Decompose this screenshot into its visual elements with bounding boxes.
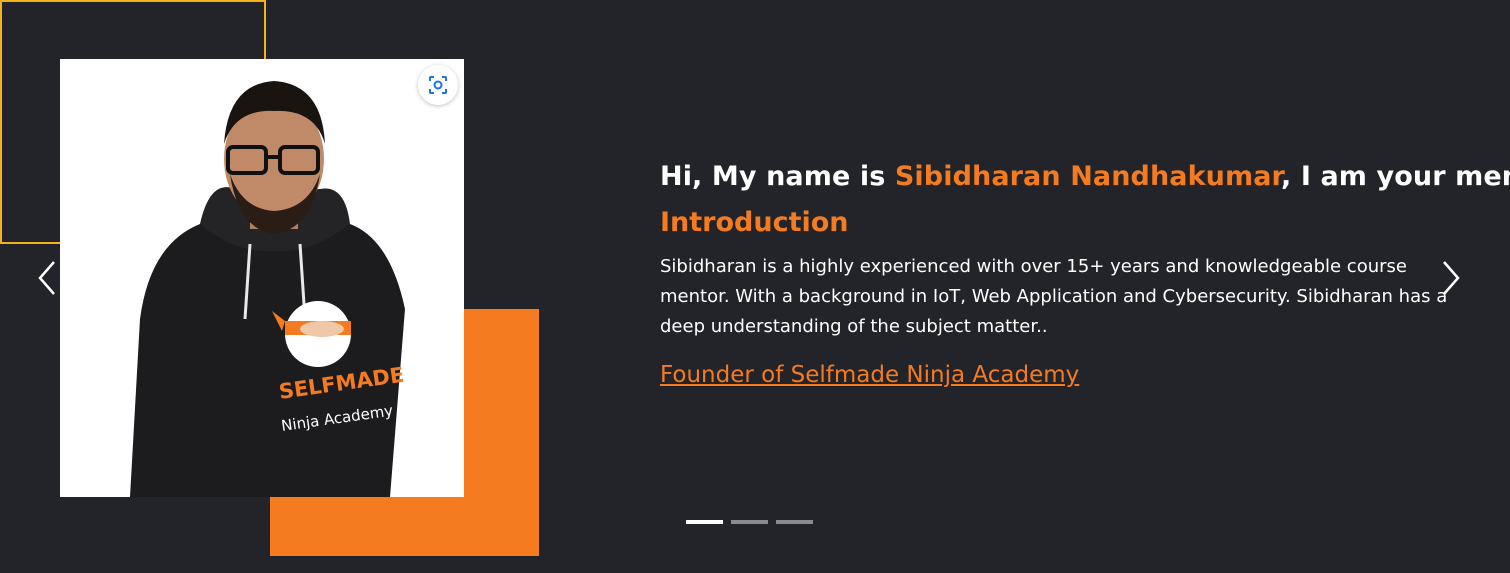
- mentor-illustration: SELFMADE Ninja Academy: [60, 59, 464, 497]
- carousel-indicator-3[interactable]: [776, 520, 813, 524]
- chevron-left-icon: [38, 261, 55, 295]
- headline-suffix: , I am your mentor: [1280, 161, 1510, 192]
- visual-search-button[interactable]: [418, 65, 458, 105]
- carousel-prev-button[interactable]: [30, 258, 66, 298]
- carousel-indicator-2[interactable]: [731, 520, 768, 524]
- carousel-indicators: [686, 520, 813, 524]
- mentor-name: Sibidharan Nandhakumar: [894, 161, 1281, 192]
- visual-search-icon: [429, 76, 447, 94]
- mentor-headline: Hi, My name is Sibidharan Nandhakumar, I…: [660, 158, 1510, 196]
- section-title: Introduction: [660, 207, 849, 238]
- mentor-intro: Hi, My name is Sibidharan Nandhakumar, I…: [660, 158, 1510, 388]
- founder-link[interactable]: Founder of Selfmade Ninja Academy: [660, 362, 1079, 388]
- carousel-indicator-1[interactable]: [686, 520, 723, 524]
- mentor-photo: SELFMADE Ninja Academy: [60, 59, 464, 497]
- mentor-bio: Sibidharan is a highly experienced with …: [660, 256, 1448, 337]
- headline-prefix: Hi, My name is: [660, 161, 895, 192]
